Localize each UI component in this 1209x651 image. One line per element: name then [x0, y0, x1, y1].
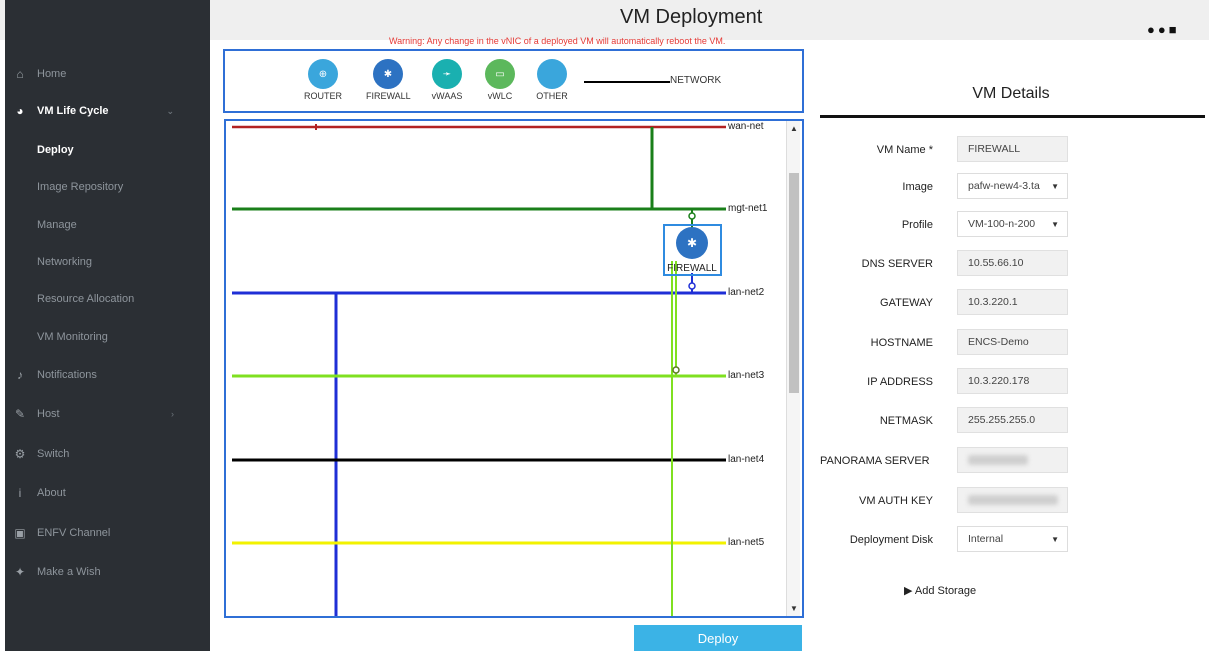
lan-net2-label: lan-net2	[728, 287, 765, 298]
lan-net4-label: lan-net4	[728, 454, 765, 465]
other-icon	[537, 59, 567, 89]
caret-right-icon: ▶	[904, 585, 913, 597]
vwlc-icon: ▭	[485, 59, 515, 89]
vm-auth-key-label: VM AUTH KEY	[859, 495, 933, 507]
info-icon: i	[18, 486, 22, 500]
panorama-server-field[interactable]	[957, 447, 1068, 473]
palette-item-firewall[interactable]: ✱ FIREWALL	[366, 59, 411, 101]
cisco-icon[interactable]: ●	[1147, 22, 1155, 37]
palette-item-vwlc[interactable]: ▭ vWLC	[478, 59, 522, 101]
page-title: VM Deployment	[620, 6, 763, 28]
vm-auth-key-field[interactable]	[957, 487, 1068, 513]
top-icons: ● ● ■	[1147, 22, 1177, 37]
sidebar-item-notifications[interactable]: ♪ Notifications	[5, 356, 210, 394]
wrench-icon: ✎	[14, 407, 26, 421]
lan-net3-label: lan-net3	[728, 370, 765, 381]
sidebar: ⌂ Home ◕ VM Life Cycle ⌄ Deploy Image Re…	[5, 0, 210, 651]
profile-label: Profile	[901, 219, 933, 231]
palette-item-vwaas[interactable]: ➛ vWAAS	[425, 59, 469, 101]
scroll-up-icon[interactable]: ▲	[790, 124, 798, 133]
lan3-vnic-marker[interactable]	[672, 366, 680, 374]
gateway-field[interactable]: 10.3.220.1	[957, 289, 1068, 315]
add-storage-toggle[interactable]: ▶ Add Storage	[904, 584, 976, 597]
firewall-glyph: ✱	[687, 236, 697, 250]
sidebar-item-manage[interactable]: Manage	[5, 206, 210, 244]
sidebar-item-deploy[interactable]: Deploy	[5, 131, 210, 169]
caret-down-icon: ▼	[1051, 181, 1059, 191]
scroll-down-icon[interactable]: ▼	[790, 604, 798, 613]
mgt-vnic-marker[interactable]	[688, 212, 696, 220]
sidebar-item-make-a-wish[interactable]: ✦ Make a Wish	[5, 553, 210, 591]
sidebar-item-vm-monitoring[interactable]: VM Monitoring	[5, 318, 210, 356]
firewall-icon: ✱	[373, 59, 403, 89]
lan2-vnic-marker[interactable]	[688, 282, 696, 290]
network-line-icon[interactable]	[584, 81, 670, 83]
vm-details-title: VM Details	[972, 85, 1050, 102]
magic-wand-icon: ✦	[14, 565, 26, 579]
ip-address-field[interactable]: 10.3.220.178	[957, 368, 1068, 394]
caret-down-icon: ▼	[1051, 534, 1059, 544]
hostname-label: HOSTNAME	[870, 337, 933, 349]
deployment-disk-label: Deployment Disk	[849, 534, 933, 546]
image-select[interactable]: pafw-new4-3.ta ▼	[957, 173, 1068, 199]
palette-item-router[interactable]: ⊕ ROUTER	[301, 59, 345, 101]
sidebar-item-host[interactable]: ✎ Host ›	[5, 395, 210, 433]
router-icon: ⊕	[308, 59, 338, 89]
bell-icon: ♪	[17, 368, 23, 382]
home-icon: ⌂	[16, 67, 24, 81]
topology-svg: ✱ FIREWALL	[232, 124, 726, 616]
image-label: Image	[902, 181, 933, 193]
firewall-vm-label: FIREWALL	[667, 263, 717, 274]
gears-icon: ⚙	[14, 447, 26, 461]
vm-palette: ⊕ ROUTER ✱ FIREWALL ➛ vWAAS ▭ vWLC OTHER…	[223, 49, 804, 113]
palette-item-other[interactable]: OTHER	[530, 59, 574, 101]
vm-name-label: VM Name *	[876, 144, 933, 156]
caret-down-icon: ▼	[1051, 219, 1059, 229]
sidebar-item-networking[interactable]: Networking	[5, 243, 210, 281]
pie-chart-icon: ◕	[16, 104, 24, 118]
sidebar-item-enfv-channel[interactable]: ▣ ENFV Channel	[5, 514, 210, 552]
sidebar-item-vm-life-cycle[interactable]: ◕ VM Life Cycle ⌄	[5, 92, 210, 130]
youtube-icon: ▣	[14, 526, 26, 540]
netmask-label: NETMASK	[879, 415, 933, 427]
sidebar-item-about[interactable]: i About	[5, 474, 210, 512]
details-divider	[820, 115, 1205, 118]
hostname-field[interactable]: ENCS-Demo	[957, 329, 1068, 355]
vwaas-icon: ➛	[432, 59, 462, 89]
sidebar-item-resource-allocation[interactable]: Resource Allocation	[5, 280, 210, 318]
gateway-label: GATEWAY	[880, 297, 933, 309]
chevron-down-icon: ⌄	[166, 105, 174, 116]
canvas-scrollbar[interactable]: ▲ ▼	[786, 121, 800, 616]
wan-net-label: wan-net	[728, 121, 764, 132]
help-icon[interactable]: ●	[1158, 22, 1166, 37]
dns-server-field[interactable]: 10.55.66.10	[957, 250, 1068, 276]
mgt-net1-label: mgt-net1	[728, 203, 768, 214]
panorama-server-label: PANORAMA SERVER	[820, 455, 930, 467]
scroll-thumb[interactable]	[789, 173, 799, 393]
redacted-value	[968, 495, 1058, 505]
redacted-value	[968, 455, 1028, 465]
ip-address-label: IP ADDRESS	[867, 376, 933, 388]
palette-item-network: NETWORK	[670, 75, 722, 86]
vm-name-field[interactable]: FIREWALL	[957, 136, 1068, 162]
sidebar-item-image-repository[interactable]: Image Repository	[5, 168, 210, 206]
sidebar-item-switch[interactable]: ⚙ Switch	[5, 435, 210, 473]
deployment-disk-select[interactable]: Internal ▼	[957, 526, 1068, 552]
deploy-button[interactable]: Deploy	[634, 625, 802, 651]
video-icon[interactable]: ■	[1169, 22, 1177, 37]
sidebar-item-home[interactable]: ⌂ Home	[5, 55, 210, 93]
netmask-field[interactable]: 255.255.255.0	[957, 407, 1068, 433]
lan-net5-label: lan-net5	[728, 537, 765, 548]
chevron-right-icon: ›	[171, 409, 174, 419]
profile-select[interactable]: VM-100-n-200 ▼	[957, 211, 1068, 237]
reboot-warning: Warning: Any change in the vNIC of a dep…	[389, 36, 726, 46]
dns-server-label: DNS SERVER	[861, 258, 933, 270]
topology-canvas[interactable]: ✱ FIREWALL wan-net mgt-net1 lan-net2 lan…	[224, 119, 804, 618]
